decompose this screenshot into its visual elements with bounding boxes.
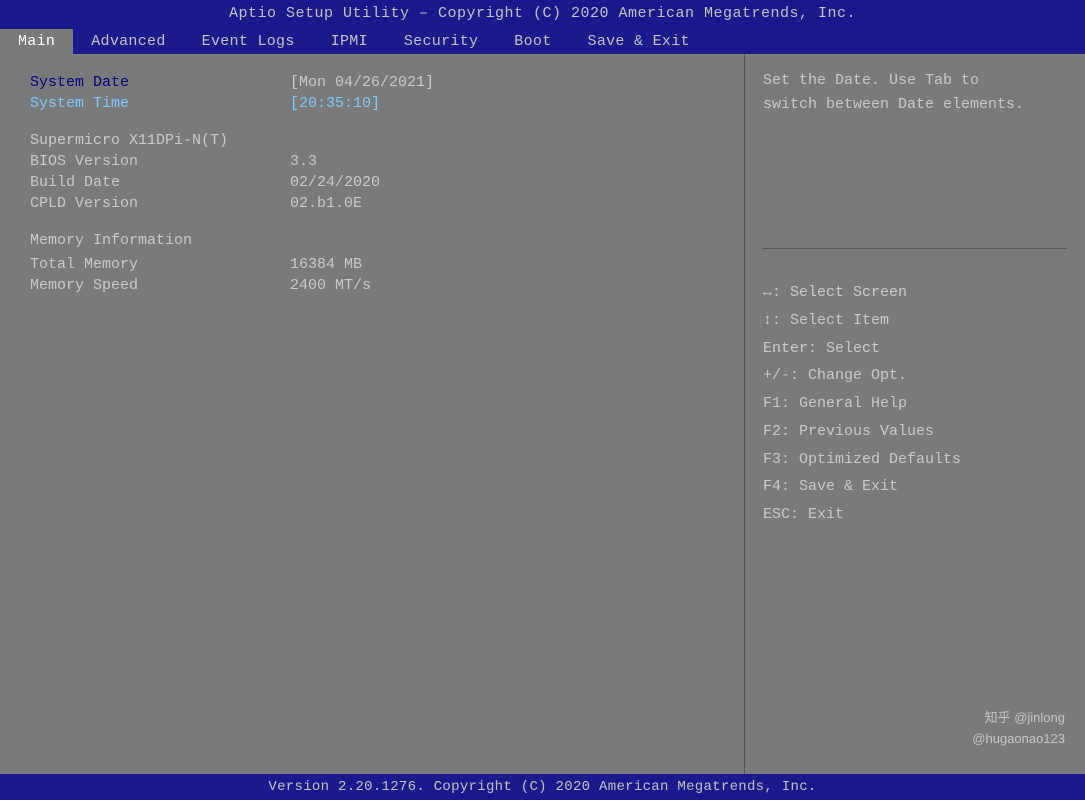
key-legend-item: ↔: Select Screen (763, 279, 1067, 307)
bios-version-value: 3.3 (290, 153, 317, 170)
key-legend-item: F1: General Help (763, 390, 1067, 418)
total-memory-row: Total Memory 16384 MB (30, 256, 714, 273)
nav-item-ipmi[interactable]: IPMI (313, 29, 386, 54)
memory-speed-label: Memory Speed (30, 277, 290, 294)
cpld-version-value: 02.b1.0E (290, 195, 362, 212)
build-date-label: Build Date (30, 174, 290, 191)
key-legend-item: F4: Save & Exit (763, 473, 1067, 501)
title-bar: Aptio Setup Utility – Copyright (C) 2020… (0, 0, 1085, 27)
bios-version-row: BIOS Version 3.3 (30, 153, 714, 170)
key-legend-item: +/-: Change Opt. (763, 362, 1067, 390)
left-panel: System Date [Mon 04/26/2021] System Time… (0, 54, 745, 774)
nav-item-save--exit[interactable]: Save & Exit (570, 29, 708, 54)
key-legend-item: F2: Previous Values (763, 418, 1067, 446)
system-date-label: System Date (30, 74, 290, 91)
system-time-value[interactable]: [20:35:10] (290, 95, 380, 112)
system-time-row: System Time [20:35:10] (30, 95, 714, 112)
total-memory-value: 16384 MB (290, 256, 362, 273)
content-area: System Date [Mon 04/26/2021] System Time… (0, 54, 1085, 774)
nav-item-advanced[interactable]: Advanced (73, 29, 183, 54)
memory-speed-value: 2400 MT/s (290, 277, 371, 294)
memory-info-label: Memory Information (30, 232, 192, 249)
board-label: Supermicro X11DPi-N(T) (30, 132, 290, 149)
memory-speed-row: Memory Speed 2400 MT/s (30, 277, 714, 294)
help-text: Set the Date. Use Tab to switch between … (763, 69, 1067, 249)
total-memory-label: Total Memory (30, 256, 290, 273)
bios-version-label: BIOS Version (30, 153, 290, 170)
help-line2: switch between Date elements. (763, 93, 1067, 117)
system-date-value[interactable]: [Mon 04/26/2021] (290, 74, 434, 91)
memory-info-section: Memory Information (30, 232, 714, 252)
key-legend: ↔: Select Screen↕: Select ItemEnter: Sel… (763, 279, 1067, 529)
nav-item-security[interactable]: Security (386, 29, 496, 54)
nav-item-main[interactable]: Main (0, 29, 73, 54)
footer: Version 2.20.1276. Copyright (C) 2020 Am… (0, 774, 1085, 800)
key-legend-item: Enter: Select (763, 335, 1067, 363)
nav-item-boot[interactable]: Boot (496, 29, 569, 54)
nav-bar: MainAdvancedEvent LogsIPMISecurityBootSa… (0, 27, 1085, 54)
nav-item-event-logs[interactable]: Event Logs (184, 29, 313, 54)
key-legend-item: ESC: Exit (763, 501, 1067, 529)
right-panel: Set the Date. Use Tab to switch between … (745, 54, 1085, 774)
board-row: Supermicro X11DPi-N(T) (30, 132, 714, 149)
build-date-value: 02/24/2020 (290, 174, 380, 191)
build-date-row: Build Date 02/24/2020 (30, 174, 714, 191)
system-time-label: System Time (30, 95, 290, 112)
help-line1: Set the Date. Use Tab to (763, 69, 1067, 93)
system-date-row: System Date [Mon 04/26/2021] (30, 74, 714, 91)
cpld-version-label: CPLD Version (30, 195, 290, 212)
cpld-version-row: CPLD Version 02.b1.0E (30, 195, 714, 212)
key-legend-item: F3: Optimized Defaults (763, 446, 1067, 474)
key-legend-item: ↕: Select Item (763, 307, 1067, 335)
